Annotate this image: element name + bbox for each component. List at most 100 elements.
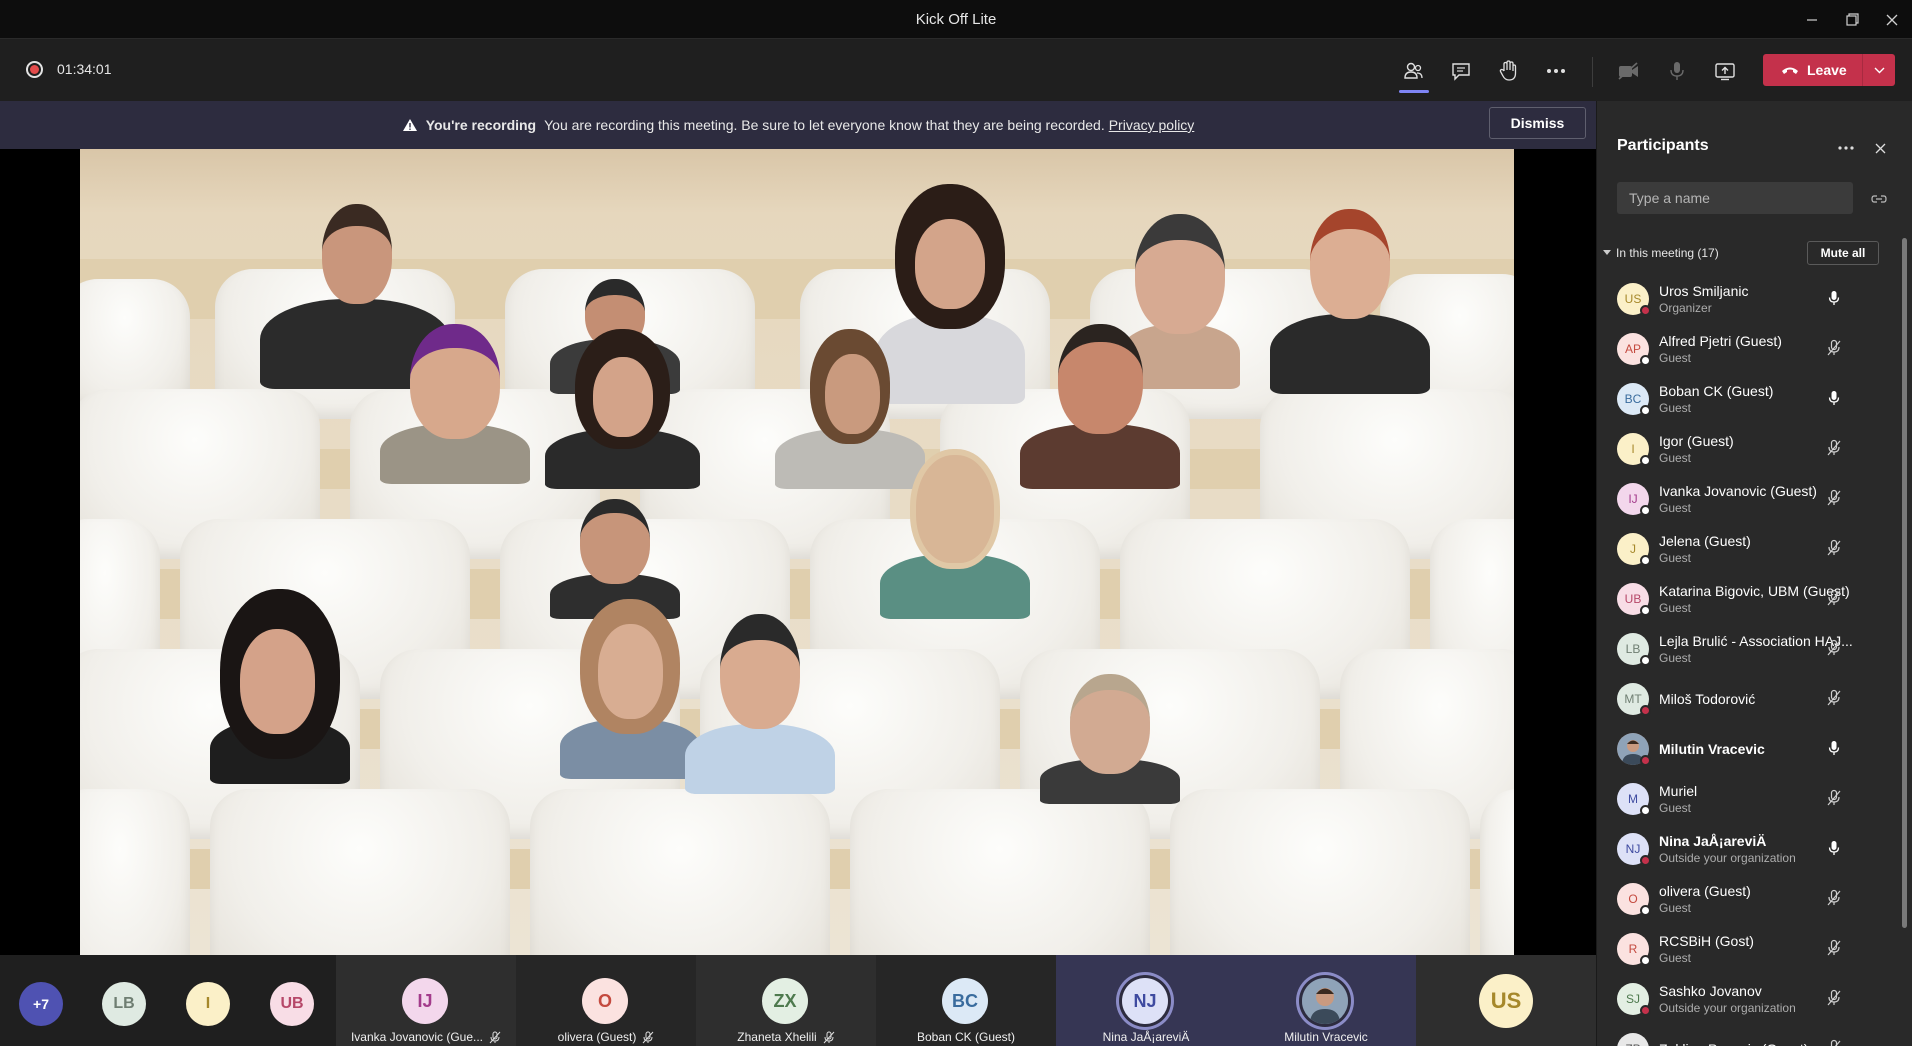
leave-button[interactable]: Leave <box>1763 54 1895 86</box>
participant-avatar[interactable]: LB <box>102 982 146 1026</box>
participant-avatar: IJ <box>402 978 448 1024</box>
phone-hangup-icon <box>1781 65 1799 75</box>
participant-video <box>685 614 835 794</box>
participant-avatar: NJ <box>1617 833 1651 866</box>
minimize-icon[interactable] <box>1792 0 1832 39</box>
participant-role: Guest <box>1659 501 1692 515</box>
dismiss-button[interactable]: Dismiss <box>1489 107 1586 139</box>
close-panel-icon[interactable] <box>1870 138 1890 158</box>
mic-muted-icon[interactable] <box>1825 1038 1843 1046</box>
avatar-initials: US <box>1624 292 1642 306</box>
participant-avatar: O <box>1617 883 1651 916</box>
participant-row[interactable]: M Muriel Guest <box>1597 773 1897 823</box>
avatar-initials: IJ <box>1628 492 1638 506</box>
participant-avatar: LB <box>1617 633 1651 666</box>
self-tile[interactable]: US <box>1416 955 1596 1046</box>
presence-status-icon <box>1640 405 1651 416</box>
participant-tile[interactable]: NJ Nina JaÅ¡areviÄ <box>1056 955 1236 1046</box>
participant-row[interactable]: US Uros Smiljanic Organizer <box>1597 273 1897 323</box>
mic-icon[interactable] <box>1825 288 1843 308</box>
participant-avatar: MT <box>1617 683 1651 716</box>
participant-row[interactable]: MT Miloš Todorović <box>1597 673 1897 723</box>
presence-status-icon <box>1640 1005 1651 1016</box>
participant-role: Guest <box>1659 651 1692 665</box>
participant-avatar: BC <box>1617 383 1651 416</box>
video-stage <box>0 149 1596 955</box>
participant-role: Outside your organization <box>1659 1001 1796 1015</box>
participant-row[interactable]: AP Alfred Pjetri (Guest) Guest <box>1597 323 1897 373</box>
leave-main[interactable]: Leave <box>1763 54 1863 86</box>
overflow-participants-button[interactable]: +7 <box>19 982 63 1026</box>
participant-row[interactable]: SJ Sashko Jovanov Outside your organizatio… <box>1597 973 1897 1023</box>
panel-scrollbar[interactable] <box>1902 238 1907 928</box>
participant-row[interactable]: LB Lejla Brulić - Association HAJ... Guest <box>1597 623 1897 673</box>
share-invite-icon[interactable] <box>1869 189 1889 209</box>
mic-muted-icon[interactable] <box>1825 438 1843 458</box>
more-icon[interactable] <box>1540 55 1572 87</box>
participant-row[interactable]: IJ Ivanka Jovanovic (Guest) Guest <box>1597 473 1897 523</box>
leave-options-dropdown[interactable] <box>1863 54 1895 86</box>
participant-row[interactable]: ZPZaklina Popovic (Guest) <box>1597 1023 1897 1046</box>
mic-icon[interactable] <box>1825 738 1843 758</box>
participant-row[interactable]: UB Katarina Bigovic, UBM (Guest) Guest <box>1597 573 1897 623</box>
participant-tile[interactable]: IJ Ivanka Jovanovic (Gue... <box>336 955 516 1046</box>
participant-thumbnail-bar: +7 LB I UB IJ Ivanka Jovanovic (Gue... O… <box>0 955 1596 1046</box>
participant-row[interactable]: R RCSBiH (Gost) Guest <box>1597 923 1897 973</box>
mic-muted-icon[interactable] <box>1825 888 1843 908</box>
mic-muted-icon[interactable] <box>1825 488 1843 508</box>
participant-tile[interactable]: BC Boban CK (Guest) <box>876 955 1056 1046</box>
participants-icon[interactable] <box>1397 55 1429 93</box>
participant-avatar: IJ <box>1617 483 1651 516</box>
mic-icon[interactable] <box>1825 838 1843 858</box>
participant-avatar: BC <box>942 978 988 1024</box>
participant-avatar[interactable]: UB <box>270 982 314 1026</box>
mic-muted-icon[interactable] <box>1825 788 1843 808</box>
participant-role: Guest <box>1659 951 1692 965</box>
participant-tile[interactable]: Milutin Vracevic <box>1236 955 1416 1046</box>
window-controls <box>1792 0 1912 39</box>
presence-status-icon <box>1640 855 1651 866</box>
mic-muted-icon[interactable] <box>1825 588 1843 608</box>
mic-muted-icon[interactable] <box>1825 638 1843 658</box>
mic-muted-icon[interactable] <box>1825 688 1843 708</box>
participant-row[interactable]: J Jelena (Guest) Guest <box>1597 523 1897 573</box>
restore-icon[interactable] <box>1832 0 1872 39</box>
mic-icon[interactable] <box>1825 388 1843 408</box>
participant-role: Guest <box>1659 401 1692 415</box>
raise-hand-icon[interactable] <box>1492 55 1524 87</box>
mic-muted-icon[interactable] <box>1825 338 1843 358</box>
window-title: Kick Off Lite <box>915 10 997 28</box>
participant-tile[interactable]: O olivera (Guest) <box>516 955 696 1046</box>
presence-status-icon <box>1640 805 1651 816</box>
close-icon[interactable] <box>1872 0 1912 39</box>
participant-avatar[interactable]: I <box>186 982 230 1026</box>
participant-video <box>560 599 700 779</box>
mic-muted-icon <box>823 1031 835 1044</box>
privacy-policy-link[interactable]: Privacy policy <box>1109 117 1195 133</box>
avatar-initials: SJ <box>1625 992 1640 1006</box>
presence-status-icon <box>1640 705 1651 716</box>
participant-search-input[interactable] <box>1617 182 1853 214</box>
more-options-icon[interactable] <box>1836 138 1856 158</box>
participant-avatar: ZX <box>762 978 808 1024</box>
participant-avatar: US <box>1479 974 1533 1028</box>
in-meeting-section-header[interactable]: In this meeting (17) <box>1603 246 1719 260</box>
mic-muted-icon[interactable] <box>1825 938 1843 958</box>
mic-muted-icon[interactable] <box>1825 538 1843 558</box>
participant-row[interactable]: I Igor (Guest) Guest <box>1597 423 1897 473</box>
participant-row[interactable]: BC Boban CK (Guest) Guest <box>1597 373 1897 423</box>
meeting-timer: 01:34:01 <box>57 61 112 77</box>
chat-icon[interactable] <box>1445 55 1477 87</box>
share-screen-icon[interactable] <box>1709 55 1741 87</box>
mute-all-button[interactable]: Mute all <box>1807 241 1879 265</box>
participant-tile[interactable]: ZX Zhaneta Xhelili <box>696 955 876 1046</box>
camera-off-icon[interactable] <box>1613 55 1645 87</box>
participant-tile-name: olivera (Guest) <box>557 1030 637 1044</box>
avatar-initials: NJ <box>1625 842 1641 856</box>
mic-icon[interactable] <box>1661 55 1693 87</box>
participant-row[interactable]: NJ Nina JaÅ¡areviÄ Outside your organizati… <box>1597 823 1897 873</box>
mic-muted-icon[interactable] <box>1825 988 1843 1008</box>
participant-row[interactable]: Milutin Vracevic <box>1597 723 1897 773</box>
presence-status-icon <box>1640 555 1651 566</box>
participant-row[interactable]: Oolivera (Guest) Guest <box>1597 873 1897 923</box>
